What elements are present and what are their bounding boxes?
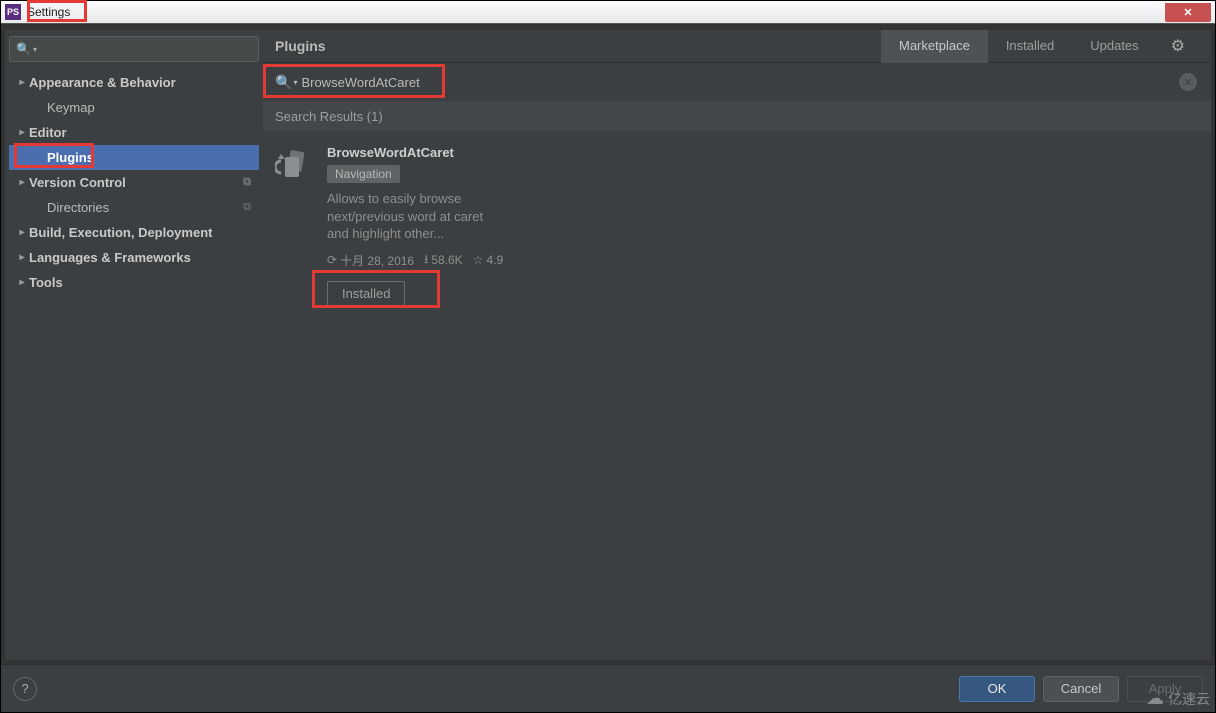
chevron-right-icon: ▸: [15, 227, 29, 238]
results-header: Search Results (1): [263, 101, 1211, 131]
plugin-description: Allows to easily browse next/previous wo…: [327, 190, 507, 243]
sidebar-item-languages-frameworks[interactable]: ▸Languages & Frameworks: [9, 245, 259, 270]
installed-button[interactable]: Installed: [327, 281, 405, 306]
chevron-right-icon: ▸: [15, 177, 29, 188]
refresh-icon: ⟳: [327, 253, 337, 267]
sidebar-item-keymap[interactable]: Keymap: [9, 95, 259, 120]
window-title: Settings: [25, 5, 72, 19]
sidebar-item-version-control[interactable]: ▸Version Control ⧉: [9, 170, 259, 195]
sidebar-item-build-execution-deployment[interactable]: ▸Build, Execution, Deployment: [9, 220, 259, 245]
ok-button[interactable]: OK: [959, 676, 1035, 702]
help-button[interactable]: ?: [13, 677, 37, 701]
dialog-footer: ? OK Cancel Apply: [1, 664, 1215, 712]
sidebar-item-label: Editor: [29, 125, 67, 140]
settings-tree: ▸Appearance & BehaviorKeymap▸EditorPlugi…: [9, 70, 259, 660]
tab-settings-gear[interactable]: ⚙: [1157, 30, 1199, 63]
close-button[interactable]: ✕: [1165, 3, 1211, 22]
chevron-right-icon: ▸: [15, 252, 29, 263]
sidebar-item-label: Appearance & Behavior: [29, 75, 176, 90]
tab-marketplace[interactable]: Marketplace: [881, 30, 988, 63]
plugin-name: BrowseWordAtCaret: [327, 145, 795, 160]
watermark-text: 亿速云: [1168, 689, 1210, 709]
page-title: Plugins: [275, 38, 881, 54]
sidebar-item-label: Version Control: [29, 175, 126, 190]
plugin-search-row: 🔍 ▾ BrowseWordAtCaret ✕: [263, 63, 1211, 101]
close-icon: ✕: [1183, 6, 1192, 19]
main-header: Plugins Marketplace Installed Updates ⚙: [263, 30, 1211, 63]
main-panel: Plugins Marketplace Installed Updates ⚙ …: [263, 30, 1211, 660]
tab-updates[interactable]: Updates: [1072, 30, 1156, 63]
copy-icon: ⧉: [243, 176, 251, 189]
plugin-downloads: 58.6K: [431, 253, 462, 267]
plugin-tabs: Marketplace Installed Updates ⚙: [881, 30, 1199, 63]
plugin-stats: ⟳十月 28, 2016 ⭳58.6K ☆4.9: [327, 250, 795, 271]
chevron-right-icon: ▸: [15, 127, 29, 138]
sidebar-item-plugins[interactable]: Plugins: [9, 145, 259, 170]
titlebar: PS Settings ✕: [1, 1, 1215, 24]
sidebar-item-directories[interactable]: Directories ⧉: [9, 195, 259, 220]
star-icon: ☆: [473, 253, 484, 267]
sidebar-item-editor[interactable]: ▸Editor: [9, 120, 259, 145]
download-icon: ⭳: [424, 250, 428, 271]
tab-installed[interactable]: Installed: [988, 30, 1072, 63]
sidebar-item-label: Tools: [29, 275, 63, 290]
results-count-label: Search Results (1): [275, 109, 383, 124]
plugin-rating: 4.9: [486, 253, 503, 267]
chevron-down-icon: ▾: [293, 78, 297, 87]
copy-icon: ⧉: [243, 201, 251, 214]
sidebar-item-appearance-behavior[interactable]: ▸Appearance & Behavior: [9, 70, 259, 95]
chevron-right-icon: ▸: [15, 77, 29, 88]
plugin-card[interactable]: BrowseWordAtCaret Navigation Allows to e…: [275, 145, 795, 306]
chevron-right-icon: ▸: [15, 277, 29, 288]
plugin-icon: [275, 145, 315, 185]
watermark-icon: ☁: [1146, 688, 1164, 709]
search-query-text: BrowseWordAtCaret: [301, 75, 419, 90]
sidebar-item-label: Directories: [47, 200, 109, 215]
watermark: ☁ 亿速云: [1146, 688, 1210, 709]
sidebar-item-label: Plugins: [47, 150, 94, 165]
app-icon: PS: [5, 4, 21, 20]
sidebar-search-input[interactable]: 🔍 ▾: [9, 36, 259, 62]
search-icon: 🔍: [275, 74, 292, 91]
cancel-button[interactable]: Cancel: [1043, 676, 1119, 702]
results-content: BrowseWordAtCaret Navigation Allows to e…: [263, 131, 1211, 660]
search-icon: 🔍: [16, 42, 31, 56]
sidebar-item-label: Languages & Frameworks: [29, 250, 191, 265]
sidebar-item-label: Build, Execution, Deployment: [29, 225, 212, 240]
plugin-date: 十月 28, 2016: [340, 252, 414, 269]
settings-sidebar: 🔍 ▾ ▸Appearance & BehaviorKeymap▸EditorP…: [5, 30, 263, 660]
plugin-search-input[interactable]: 🔍 ▾ BrowseWordAtCaret: [271, 66, 1179, 98]
gear-icon: ⚙: [1171, 36, 1185, 56]
plugin-category-tag: Navigation: [327, 165, 400, 183]
sidebar-item-tools[interactable]: ▸Tools: [9, 270, 259, 295]
sidebar-item-label: Keymap: [47, 100, 95, 115]
clear-search-button[interactable]: ✕: [1179, 73, 1197, 91]
chevron-down-icon: ▾: [33, 45, 37, 54]
help-icon: ?: [21, 681, 28, 696]
close-icon: ✕: [1183, 76, 1192, 89]
